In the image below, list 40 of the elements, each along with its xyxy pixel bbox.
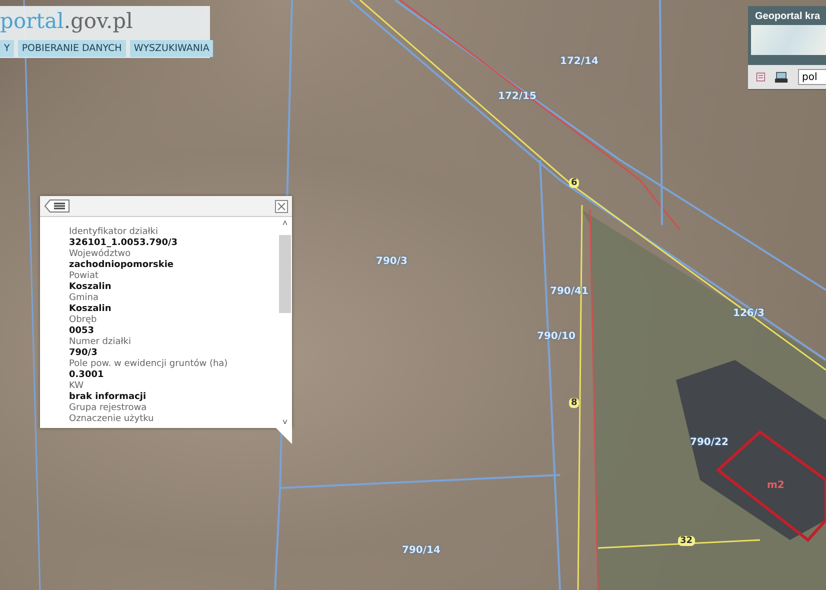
field-value: Koszalin [69,282,112,293]
field-value: zachodniopomorskie [69,260,175,271]
nav-tab[interactable]: Y [0,40,14,57]
logo-text: .gov.pl [64,8,133,34]
nav-tab[interactable]: POBIERANIE DANYCH [18,40,126,57]
field-label: Identyfikator działki [69,227,160,238]
building-label: m2 [767,480,784,491]
field-value: 790/3 [69,348,98,359]
monitor-icon[interactable] [775,70,788,84]
field-label: KW [69,381,84,392]
close-icon[interactable] [275,200,288,212]
field-label: Numer działki [69,337,132,348]
parcel-label: 790/14 [402,545,440,556]
field-value: 0053 [69,326,96,337]
document-icon[interactable] [756,71,766,83]
road-label: 32 [678,536,695,546]
list-icon[interactable] [44,199,70,213]
parcel-label: 790/3 [376,256,408,267]
panel-title: Geoportal kra [754,10,822,24]
parcel-label: 172/14 [560,56,598,67]
parcel-label: 790/22 [690,437,728,448]
road-label: 8 [569,398,580,408]
nav-tab[interactable]: WYSZUKIWANIA [130,40,214,57]
field-value: 0.3001 [69,370,105,381]
field-label: Powiat [69,271,100,282]
field-value: Koszalin [69,304,112,315]
field-label: Grupa rejestrowa [69,403,148,414]
field-label: Gmina [69,293,100,304]
scroll-down-button[interactable]: ˅ [282,416,288,428]
field-value: brak informacji [69,392,148,403]
logo-text: portal [0,8,64,34]
scrollbar-thumb[interactable] [279,235,291,313]
field-label: Województwo [69,249,132,260]
field-label: Oznaczenie użytku [69,414,155,425]
road-label: 6 [569,178,580,188]
field-label: Pole pow. w ewidencji gruntów (ha) [69,359,229,370]
field-label: Obręb [69,315,98,326]
field-value: 326101_1.0053.790/3 [69,238,179,248]
search-field[interactable]: pol [798,69,826,85]
scroll-up-button[interactable]: ˄ [282,217,288,229]
